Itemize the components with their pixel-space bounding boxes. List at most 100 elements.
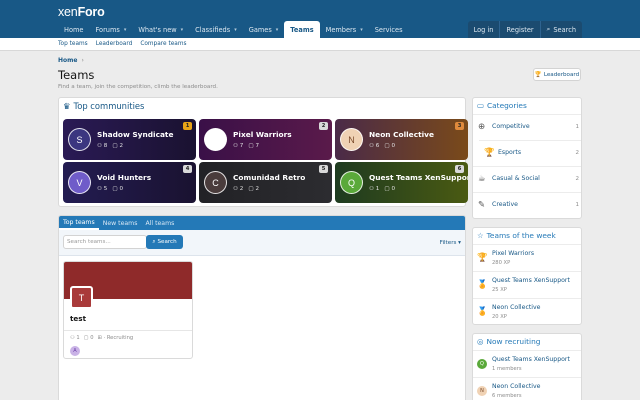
nav-item-what-s-new[interactable]: What's new ▾ (132, 21, 189, 38)
team-name[interactable]: test (70, 314, 86, 323)
community-avatar: S (68, 128, 91, 151)
breadcrumb-separator: › (81, 57, 84, 64)
community-name[interactable]: Neon Collective (369, 130, 434, 139)
leaderboard-button[interactable]: 🏆 Leaderboard (533, 68, 581, 81)
week-team-item[interactable]: 🏅 Quest Teams XenSupport 25 XP (473, 271, 581, 297)
community-name[interactable]: Comunidad Retro (233, 173, 305, 182)
search-link[interactable]: ⌕ Search (539, 21, 582, 38)
posts-stat: ▢ 2 (112, 143, 123, 149)
recruiting-team-members: 6 members (492, 393, 522, 399)
team-avatar: N (477, 386, 487, 396)
trophy-icon: 🏆 (477, 253, 488, 263)
recruiting-team-item[interactable]: Q Quest Teams XenSupport 1 members (473, 350, 581, 376)
medal-icon: 🏅 (477, 307, 488, 317)
category-item[interactable]: ☕ Casual & Social 2 (473, 166, 581, 192)
subnav-compare-teams[interactable]: Compare teams (140, 41, 186, 47)
tab-all-teams[interactable]: All teams (141, 216, 178, 230)
category-label: Competitive (492, 123, 530, 130)
members-stat: ⚇ 2 (233, 186, 243, 192)
community-stats: ⚇ 7 ▢ 7 (233, 143, 259, 149)
week-team-xp: 25 XP (492, 287, 507, 293)
category-item[interactable]: ⊕ Competitive 1 (473, 114, 581, 140)
category-item[interactable]: 🏆 Esports 2 (479, 140, 581, 166)
nav-item-home[interactable]: Home (58, 21, 89, 38)
register-link[interactable]: Register (499, 21, 539, 38)
nav-item-games[interactable]: Games ▾ (243, 21, 285, 38)
tab-new-teams[interactable]: New teams (99, 216, 142, 230)
login-link[interactable]: Log in (468, 21, 500, 38)
search-icon: ⌕ (546, 25, 551, 33)
now-recruiting-block: ◎ Now recruiting Q Quest Teams XenSupport… (472, 333, 582, 400)
tab-top-teams[interactable]: Top teams (59, 216, 99, 230)
recruiting-team-name: Quest Teams XenSupport (492, 356, 570, 363)
posts-value: 0 (391, 186, 395, 192)
comments-icon: ▢ (83, 335, 89, 341)
community-card[interactable]: C Comunidad Retro ⚇ 2 ▢ 25 (199, 162, 332, 203)
member-avatar[interactable]: A (70, 346, 80, 356)
week-team-item[interactable]: 🏅 Neon Collective 20 XP (473, 298, 581, 324)
recruiting-team-name: Neon Collective (492, 383, 541, 390)
page-body: Home › Teams Find a team, join the compet… (0, 51, 640, 400)
nav-item-forums[interactable]: Forums ▾ (89, 21, 132, 38)
rank-badge: 1 (183, 122, 192, 130)
folder-icon: ▭ (477, 101, 484, 110)
posts-count: ▢ 0 (84, 335, 94, 341)
posts-value: 2 (119, 143, 123, 149)
chevron-down-icon: ▾ (123, 26, 127, 33)
chevron-down-icon: ▾ (234, 26, 237, 33)
members-stat: ⚇ 6 (369, 143, 379, 149)
members-value: 2 (239, 186, 244, 192)
users-icon: ⚇ (233, 186, 240, 192)
page-description: Find a team, join the competition, climb… (58, 84, 218, 90)
category-count: 2 (575, 150, 579, 156)
subnav-top-teams[interactable]: Top teams (58, 41, 88, 47)
search-teams-input[interactable]: Search teams... (63, 235, 147, 249)
crosshair-icon: ⊕ (478, 122, 486, 132)
team-status: ⊞ · Recruiting (97, 335, 134, 341)
breadcrumb-home[interactable]: Home (58, 57, 77, 64)
nav-item-services[interactable]: Services (369, 21, 409, 38)
category-item[interactable]: ✎ Creative 1 (473, 192, 581, 218)
categories-title: Categories (486, 101, 527, 110)
site-logo[interactable]: xenForo (58, 5, 105, 19)
week-team-name: Quest Teams XenSupport (492, 277, 570, 284)
coffee-icon: ☕ (478, 174, 486, 184)
nav-label: Games (248, 25, 272, 34)
community-card[interactable]: V Void Hunters ⚇ 5 ▢ 0 4 (63, 162, 196, 203)
community-name[interactable]: Pixel Warriors (233, 130, 292, 139)
breadcrumb: Home › (58, 57, 84, 64)
nav-item-teams[interactable]: Teams (284, 21, 320, 38)
members-stat: ⚇ 5 (97, 186, 107, 192)
community-card[interactable]: S Shadow Syndicate ⚇ 8 ▢ 2 1 (63, 119, 196, 160)
rank-badge: 2 (319, 122, 328, 130)
users-icon: ⚇ (70, 335, 75, 341)
filter-bar: Search teams... ⌕ Search Filters ▾ (59, 230, 465, 256)
community-avatar: N (340, 128, 363, 151)
search-teams-button[interactable]: ⌕ Search (146, 235, 183, 249)
week-team-item[interactable]: 🏆 Pixel Warriors 280 XP (473, 244, 581, 270)
community-card[interactable]: N Neon Collective ⚇ 6 ▢ 0 3 (335, 119, 468, 160)
category-label: Esports (498, 149, 522, 156)
user-nav: Log in Register ⌕ Search (467, 21, 582, 38)
members-value: 5 (103, 186, 108, 192)
recruiting-team-item[interactable]: N Neon Collective 6 members (473, 377, 581, 400)
filters-dropdown[interactable]: Filters ▾ (440, 240, 461, 246)
nav-item-members[interactable]: Members ▾ (320, 21, 369, 38)
community-name[interactable]: Shadow Syndicate (97, 130, 173, 139)
nav-item-classifieds[interactable]: Classifieds ▾ (189, 21, 243, 38)
community-name[interactable]: Quest Teams XenSupport (369, 173, 468, 182)
now-recruiting-header: ◎ Now recruiting (473, 334, 581, 349)
page-title: Teams (58, 68, 95, 82)
subnav-leaderboard[interactable]: Leaderboard (96, 41, 133, 47)
community-card[interactable]: Q Quest Teams XenSupport ⚇ 1 ▢ 0 6 (335, 162, 468, 203)
search-label: Search (553, 25, 576, 34)
top-communities-title: Top communities (73, 101, 145, 111)
members-stat: ⚇ 1 (369, 186, 379, 192)
team-card[interactable]: T test ⚇ 1 ▢ 0 ⊞ · Recruiting A (63, 261, 193, 359)
members-value: 6 (375, 143, 380, 149)
community-card[interactable]: Pixel Warriors ⚇ 7 ▢ 7 2 (199, 119, 332, 160)
nav-label: Forums (95, 25, 120, 34)
members-value: 1 (375, 186, 380, 192)
rank-badge: 5 (319, 165, 328, 173)
community-name[interactable]: Void Hunters (97, 173, 151, 182)
